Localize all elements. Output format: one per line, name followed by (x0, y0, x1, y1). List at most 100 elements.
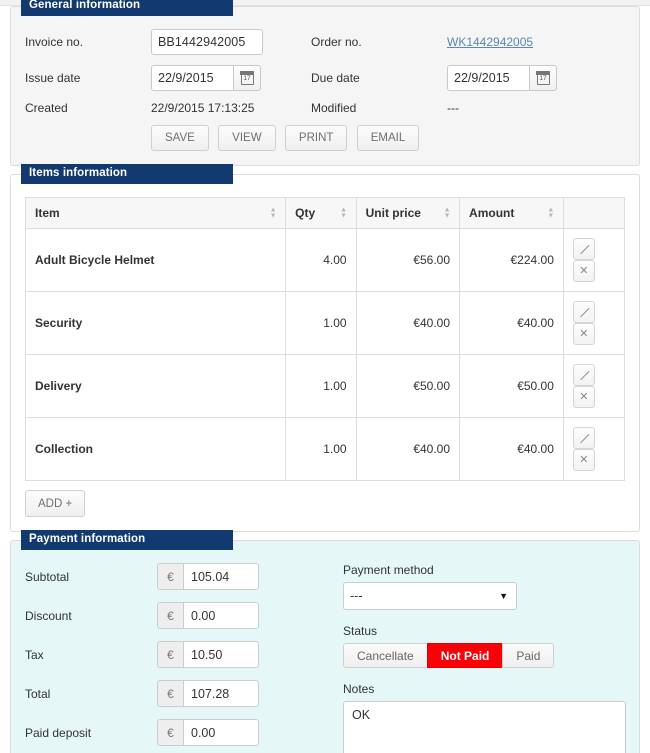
cell-actions: ✕ (562, 228, 626, 292)
payment-field-group: € (157, 563, 259, 590)
payment-method-select[interactable]: --- (343, 582, 517, 610)
close-icon: ✕ (579, 390, 589, 403)
payment-field-input[interactable] (183, 641, 259, 668)
items-table-head: Item ▲ ▼ Qty ▲ ▼ Unit price ▲ ▼ Amount ▲… (24, 197, 626, 229)
delete-item-button[interactable]: ✕ (572, 260, 595, 282)
table-row: Adult Bicycle Helmet 4.00 €56.00 €224.00 ✕ (24, 228, 626, 292)
payment-details-column: Payment method --- ▼ Status Cancellate No… (325, 563, 626, 753)
delete-item-button[interactable]: ✕ (572, 386, 595, 408)
calendar-icon: 17 (536, 71, 550, 85)
currency-symbol-icon: € (157, 602, 183, 629)
notes-label: Notes (343, 682, 375, 696)
edit-item-button[interactable] (572, 427, 595, 449)
payment-field-row: Subtotal € (25, 563, 325, 590)
payment-field-input[interactable] (183, 602, 259, 629)
notes-block: Notes OK (343, 682, 626, 753)
column-header-amount[interactable]: Amount ▲ ▼ (459, 197, 564, 229)
sort-icon[interactable]: ▲ ▼ (547, 206, 555, 220)
close-icon: ✕ (579, 453, 589, 466)
payment-information-header: Payment information (21, 530, 233, 550)
currency-symbol-icon: € (157, 719, 183, 746)
due-date-calendar-button[interactable]: 17 (529, 65, 557, 91)
edit-item-button[interactable] (572, 238, 595, 260)
issue-date-row: Issue date 17 Due date (25, 65, 625, 91)
email-button[interactable]: EMAIL (356, 125, 420, 151)
cell-amount: €50.00 (459, 354, 564, 418)
items-table-body: Adult Bicycle Helmet 4.00 €56.00 €224.00 ✕ Se… (24, 228, 626, 481)
items-information-header: Items information (21, 164, 233, 184)
cell-unit-price: €40.00 (355, 417, 461, 481)
payment-information-body: Subtotal€Discount€Tax€Total€Paid deposit… (11, 541, 639, 753)
payment-field-label: Total (25, 686, 51, 701)
status-button-group: Cancellate Not Paid Paid (343, 643, 555, 668)
column-header-item[interactable]: Item ▲ ▼ (24, 197, 287, 229)
delete-item-button[interactable]: ✕ (572, 449, 595, 471)
general-information-header: General information (21, 0, 233, 16)
payment-information-panel: Payment information Subtotal€Discount€Ta… (10, 530, 640, 753)
issue-date-input[interactable] (151, 65, 233, 91)
invoice-no-input[interactable] (151, 29, 263, 55)
order-no-label: Order no. (311, 35, 362, 49)
payment-field-row: Total € (25, 680, 325, 707)
status-option-cancellate[interactable]: Cancellate (343, 643, 427, 668)
currency-symbol-icon: € (157, 641, 183, 668)
payment-field-group: € (157, 719, 259, 746)
general-actions: SAVE VIEW PRINT EMAIL (151, 125, 625, 151)
issue-date-field: 17 (151, 65, 311, 91)
close-icon: ✕ (579, 264, 589, 277)
column-header-actions (562, 197, 626, 229)
edit-item-button[interactable] (572, 364, 595, 386)
cell-amount: €224.00 (459, 228, 564, 292)
cell-unit-price: €40.00 (355, 291, 461, 355)
invoice-no-label: Invoice no. (25, 35, 84, 49)
payment-fields: Subtotal€Discount€Tax€Total€Paid deposit… (25, 563, 325, 753)
calendar-icon-day: 17 (243, 75, 251, 82)
items-information-panel: Items information Item ▲ ▼ Qty ▲ ▼ Unit … (10, 164, 640, 532)
column-header-item-label: Item (35, 206, 60, 220)
column-header-qty-label: Qty (295, 206, 316, 220)
edit-item-button[interactable] (572, 301, 595, 323)
modified-label: Modified (311, 101, 357, 115)
delete-item-button[interactable]: ✕ (572, 323, 595, 345)
payment-field-label: Subtotal (25, 569, 70, 584)
issue-date-calendar-button[interactable]: 17 (233, 65, 261, 91)
save-button[interactable]: SAVE (151, 125, 209, 151)
cell-qty: 4.00 (285, 228, 357, 292)
payment-field-row: Paid deposit € (25, 719, 325, 746)
sort-icon[interactable]: ▲ ▼ (340, 206, 348, 220)
calendar-icon-day: 17 (539, 75, 547, 82)
sort-icon[interactable]: ▲ ▼ (443, 206, 451, 220)
cell-amount: €40.00 (459, 417, 564, 481)
payment-field-label: Paid deposit (25, 725, 92, 740)
status-option-not-paid[interactable]: Not Paid (426, 643, 503, 668)
due-date-input[interactable] (447, 65, 529, 91)
payment-field-input[interactable] (183, 719, 259, 746)
add-item-row: ADD + (25, 490, 625, 517)
cell-actions: ✕ (562, 417, 626, 481)
add-item-button[interactable]: ADD + (25, 490, 86, 517)
modified-value: --- (447, 101, 459, 115)
payment-field-group: € (157, 602, 259, 629)
currency-symbol-icon: € (157, 563, 183, 590)
payment-field-group: € (157, 680, 259, 707)
sort-icon[interactable]: ▲ ▼ (269, 206, 277, 220)
notes-textarea[interactable]: OK (343, 701, 626, 753)
payment-field-group: € (157, 641, 259, 668)
column-header-unit-price[interactable]: Unit price ▲ ▼ (355, 197, 461, 229)
column-header-qty[interactable]: Qty ▲ ▼ (285, 197, 357, 229)
issue-date-label: Issue date (25, 71, 81, 85)
payment-field-input[interactable] (183, 680, 259, 707)
view-button[interactable]: VIEW (218, 125, 276, 151)
print-button[interactable]: PRINT (284, 125, 348, 151)
status-option-paid[interactable]: Paid (502, 643, 555, 668)
general-information-body: Invoice no. Order no. WK1442942005 Issue… (11, 7, 639, 165)
status-block: Status Cancellate Not Paid Paid (343, 624, 626, 668)
payment-field-input[interactable] (183, 563, 259, 590)
items-table: Item ▲ ▼ Qty ▲ ▼ Unit price ▲ ▼ Amount ▲… (24, 197, 626, 481)
table-row: Delivery 1.00 €50.00 €50.00 ✕ (24, 354, 626, 418)
cell-qty: 1.00 (285, 291, 357, 355)
invoice-no-field (151, 29, 311, 55)
order-no-link[interactable]: WK1442942005 (447, 35, 533, 49)
created-value: 22/9/2015 17:13:25 (151, 101, 255, 115)
payment-field-row: Tax € (25, 641, 325, 668)
